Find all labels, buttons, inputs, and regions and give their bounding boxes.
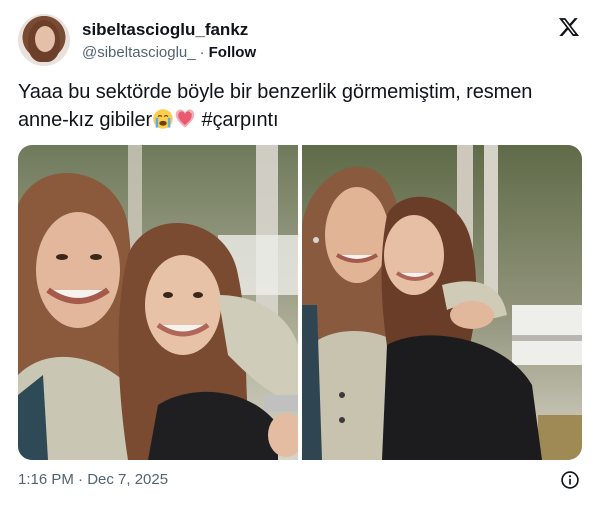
info-icon[interactable]: [560, 470, 580, 490]
media-grid: [18, 145, 582, 460]
display-name[interactable]: sibeltascioglu_fankz: [82, 19, 256, 41]
loudly-crying-face-icon: [153, 109, 173, 129]
photo-2[interactable]: [302, 145, 582, 460]
photo-1[interactable]: [18, 145, 298, 460]
handle[interactable]: @sibeltascioglu_: [82, 44, 196, 61]
timestamp[interactable]: 1:16 PM · Dec 7, 2025: [18, 471, 168, 488]
hashtag-link[interactable]: #çarpıntı: [202, 109, 279, 131]
tweet-footer: 1:16 PM · Dec 7, 2025: [18, 470, 584, 492]
photo-2-image: [302, 145, 582, 460]
sparkling-heart-icon: [175, 109, 195, 128]
follow-button[interactable]: Follow: [209, 44, 257, 61]
author-info: sibeltascioglu_fankz @sibeltascioglu_ · Fo…: [82, 19, 256, 63]
separator: ·: [199, 44, 205, 61]
tweet-text-line-2: anne-kız gibiler #çarpıntı: [18, 106, 584, 134]
tweet-text: Yaaa bu sektörde böyle bir benzerlik gör…: [18, 78, 584, 134]
tweet-text-line-2-prefix: anne-kız gibiler: [18, 109, 153, 131]
tweet-text-line-1: Yaaa bu sektörde böyle bir benzerlik gör…: [18, 81, 533, 103]
avatar[interactable]: [18, 14, 70, 66]
photo-1-image: [18, 145, 298, 460]
handle-row: @sibeltascioglu_ · Follow: [82, 43, 256, 63]
tweet-card: sibeltascioglu_fankz @sibeltascioglu_ · Fo…: [0, 0, 600, 510]
tweet-header: sibeltascioglu_fankz @sibeltascioglu_ · Fo…: [18, 14, 584, 66]
x-logo-icon[interactable]: [558, 16, 580, 38]
